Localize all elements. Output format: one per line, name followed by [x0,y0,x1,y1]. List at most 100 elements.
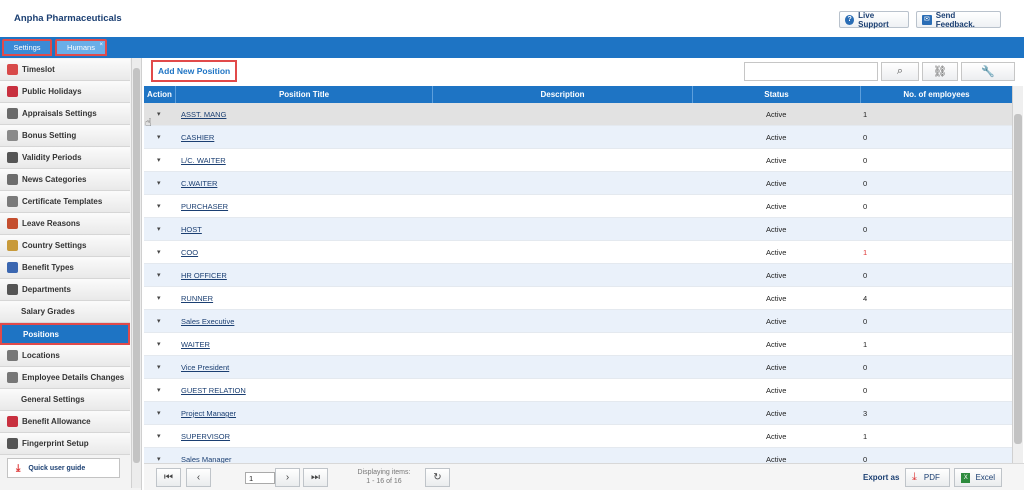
employee-count-cell: 0 [863,386,868,395]
row-action-dropdown-icon[interactable]: ▾ [157,126,161,149]
add-new-position-button[interactable]: Add New Position [151,60,238,82]
sidebar-item-timeslot[interactable]: Timeslot [0,59,130,81]
row-action-dropdown-icon[interactable]: ▾ [157,356,161,379]
tab-settings[interactable]: Settings [2,39,52,56]
col-description[interactable]: Description [433,86,693,103]
table-row[interactable]: ▾ RUNNER Active 4 [144,287,1012,310]
table-row[interactable]: ▾ PURCHASER Active 0 [144,195,1012,218]
table-row[interactable]: ▾ Project Manager Active 3 [144,402,1012,425]
table-row[interactable]: ▾ COO Active 1 [144,241,1012,264]
sidebar-item-bonus-setting[interactable]: Bonus Setting [0,125,130,147]
sidebar-scroll-thumb[interactable] [133,68,140,463]
row-action-dropdown-icon[interactable]: ▾ [157,448,161,463]
row-action-dropdown-icon[interactable]: ▾ [157,149,161,172]
row-action-dropdown-icon[interactable]: ▾ [157,287,161,310]
table-row[interactable]: ▾ HOST Active 0 [144,218,1012,241]
row-action-dropdown-icon[interactable]: ▾ [157,425,161,448]
table-row[interactable]: ▾ HR OFFICER Active 0 [144,264,1012,287]
table-row[interactable]: ▾ Sales Manager Active 0 [144,448,1012,463]
position-title-link[interactable]: HR OFFICER [181,264,227,287]
settings-button[interactable]: 🔧 [961,62,1015,81]
position-title-link[interactable]: HOST [181,218,202,241]
sidebar-item-locations[interactable]: Locations [0,345,130,367]
col-employees[interactable]: No. of employees [861,86,1012,103]
quick-user-guide-button[interactable]: ⤓ Quick user guide [7,458,120,478]
row-action-dropdown-icon[interactable]: ▾ [157,103,161,126]
export-label: Export as [863,473,900,482]
sidebar-item-validity-periods[interactable]: Validity Periods [0,147,130,169]
next-page-button[interactable]: › [275,468,300,487]
sidebar-item-salary-grades[interactable]: Salary Grades [0,301,130,323]
sidebar-item-appraisals-settings[interactable]: Appraisals Settings [0,103,130,125]
sidebar-item-benefit-allowance[interactable]: Benefit Allowance [0,411,130,433]
position-title-link[interactable]: L/C. WAITER [181,149,226,172]
first-page-button[interactable]: ⏮ [156,468,181,487]
grid-scrollbar[interactable] [1012,86,1023,463]
prev-page-button[interactable]: ‹ [186,468,211,487]
grid-scroll-thumb[interactable] [1014,114,1022,444]
position-title-link[interactable]: Sales Executive [181,310,234,333]
table-row[interactable]: ▾ GUEST RELATION Active 0 [144,379,1012,402]
position-title-link[interactable]: WAITER [181,333,210,356]
position-title-link[interactable]: GUEST RELATION [181,379,246,402]
last-page-button[interactable]: ⏭ [303,468,328,487]
col-status[interactable]: Status [693,86,861,103]
tab-humans[interactable]: Humans × [55,39,107,56]
position-title-link[interactable]: PURCHASER [181,195,228,218]
row-action-dropdown-icon[interactable]: ▾ [157,264,161,287]
position-title-link[interactable]: Vice President [181,356,229,379]
sidebar-item-fingerprint-setup[interactable]: Fingerprint Setup [0,433,130,455]
position-title-link[interactable]: Project Manager [181,402,236,425]
position-title-link[interactable]: COO [181,241,198,264]
sidebar-item-positions[interactable]: Positions [0,323,130,345]
bonus-icon [7,130,18,141]
position-title-link[interactable]: SUPERVISOR [181,425,230,448]
table-row[interactable]: ▾ SUPERVISOR Active 1 [144,425,1012,448]
sidebar-item-departments[interactable]: Departments [0,279,130,301]
sidebar-item-label: Employee Details Changes [22,373,125,382]
row-action-dropdown-icon[interactable]: ▾ [157,402,161,425]
sidebar-item-benefit-types[interactable]: Benefit Types [0,257,130,279]
send-feedback-button[interactable]: ✉ Send Feedback. [916,11,1001,29]
position-title-link[interactable]: ASST. MANG [181,103,226,126]
table-row[interactable]: ▾ L/C. WAITER Active 0 [144,149,1012,172]
status-cell: Active [766,455,787,463]
row-action-dropdown-icon[interactable]: ▾ [157,310,161,333]
position-title-link[interactable]: C.WAITER [181,172,217,195]
position-title-link[interactable]: Sales Manager [181,448,231,463]
table-row[interactable]: ▾ C.WAITER Active 0 [144,172,1012,195]
sidebar-item-country-settings[interactable]: Country Settings [0,235,130,257]
position-title-link[interactable]: RUNNER [181,287,213,310]
table-row[interactable]: ▾ Sales Executive Active 0 [144,310,1012,333]
sidebar-scrollbar[interactable] [131,58,141,488]
position-title-link[interactable]: CASHIER [181,126,214,149]
search-button[interactable]: ⌕ [881,62,919,81]
row-action-dropdown-icon[interactable]: ▾ [157,241,161,264]
sidebar-item-leave-reasons[interactable]: Leave Reasons [0,213,130,235]
sidebar-item-certificate-templates[interactable]: Certificate Templates [0,191,130,213]
sidebar-item-employee-details-changes[interactable]: Employee Details Changes [0,367,130,389]
close-icon[interactable]: × [99,42,103,48]
row-action-dropdown-icon[interactable]: ▾ [157,195,161,218]
sidebar-item-label: Leave Reasons [22,219,81,228]
col-action[interactable]: Action [144,86,176,103]
sidebar-item-public-holidays[interactable]: Public Holidays [0,81,130,103]
page-number-input[interactable]: 1 [245,472,275,484]
table-row[interactable]: ▾ CASHIER Active 0 [144,126,1012,149]
table-row[interactable]: ▾ ASST. MANG Active 1 [144,103,1012,126]
row-action-dropdown-icon[interactable]: ▾ [157,218,161,241]
row-action-dropdown-icon[interactable]: ▾ [157,172,161,195]
export-excel-button[interactable]: X Excel [954,468,1002,487]
search-input[interactable] [744,62,878,81]
sidebar-item-general-settings[interactable]: General Settings [0,389,130,411]
link-button[interactable]: ⛓ [922,62,958,81]
export-pdf-button[interactable]: ⤓ PDF [905,468,950,487]
table-row[interactable]: ▾ WAITER Active 1 [144,333,1012,356]
row-action-dropdown-icon[interactable]: ▾ [157,379,161,402]
live-support-button[interactable]: ? Live Support [839,11,909,29]
sidebar-item-news-categories[interactable]: News Categories [0,169,130,191]
refresh-button[interactable]: ↻ [425,468,450,487]
col-position-title[interactable]: Position Title [176,86,433,103]
row-action-dropdown-icon[interactable]: ▾ [157,333,161,356]
table-row[interactable]: ▾ Vice President Active 0 [144,356,1012,379]
